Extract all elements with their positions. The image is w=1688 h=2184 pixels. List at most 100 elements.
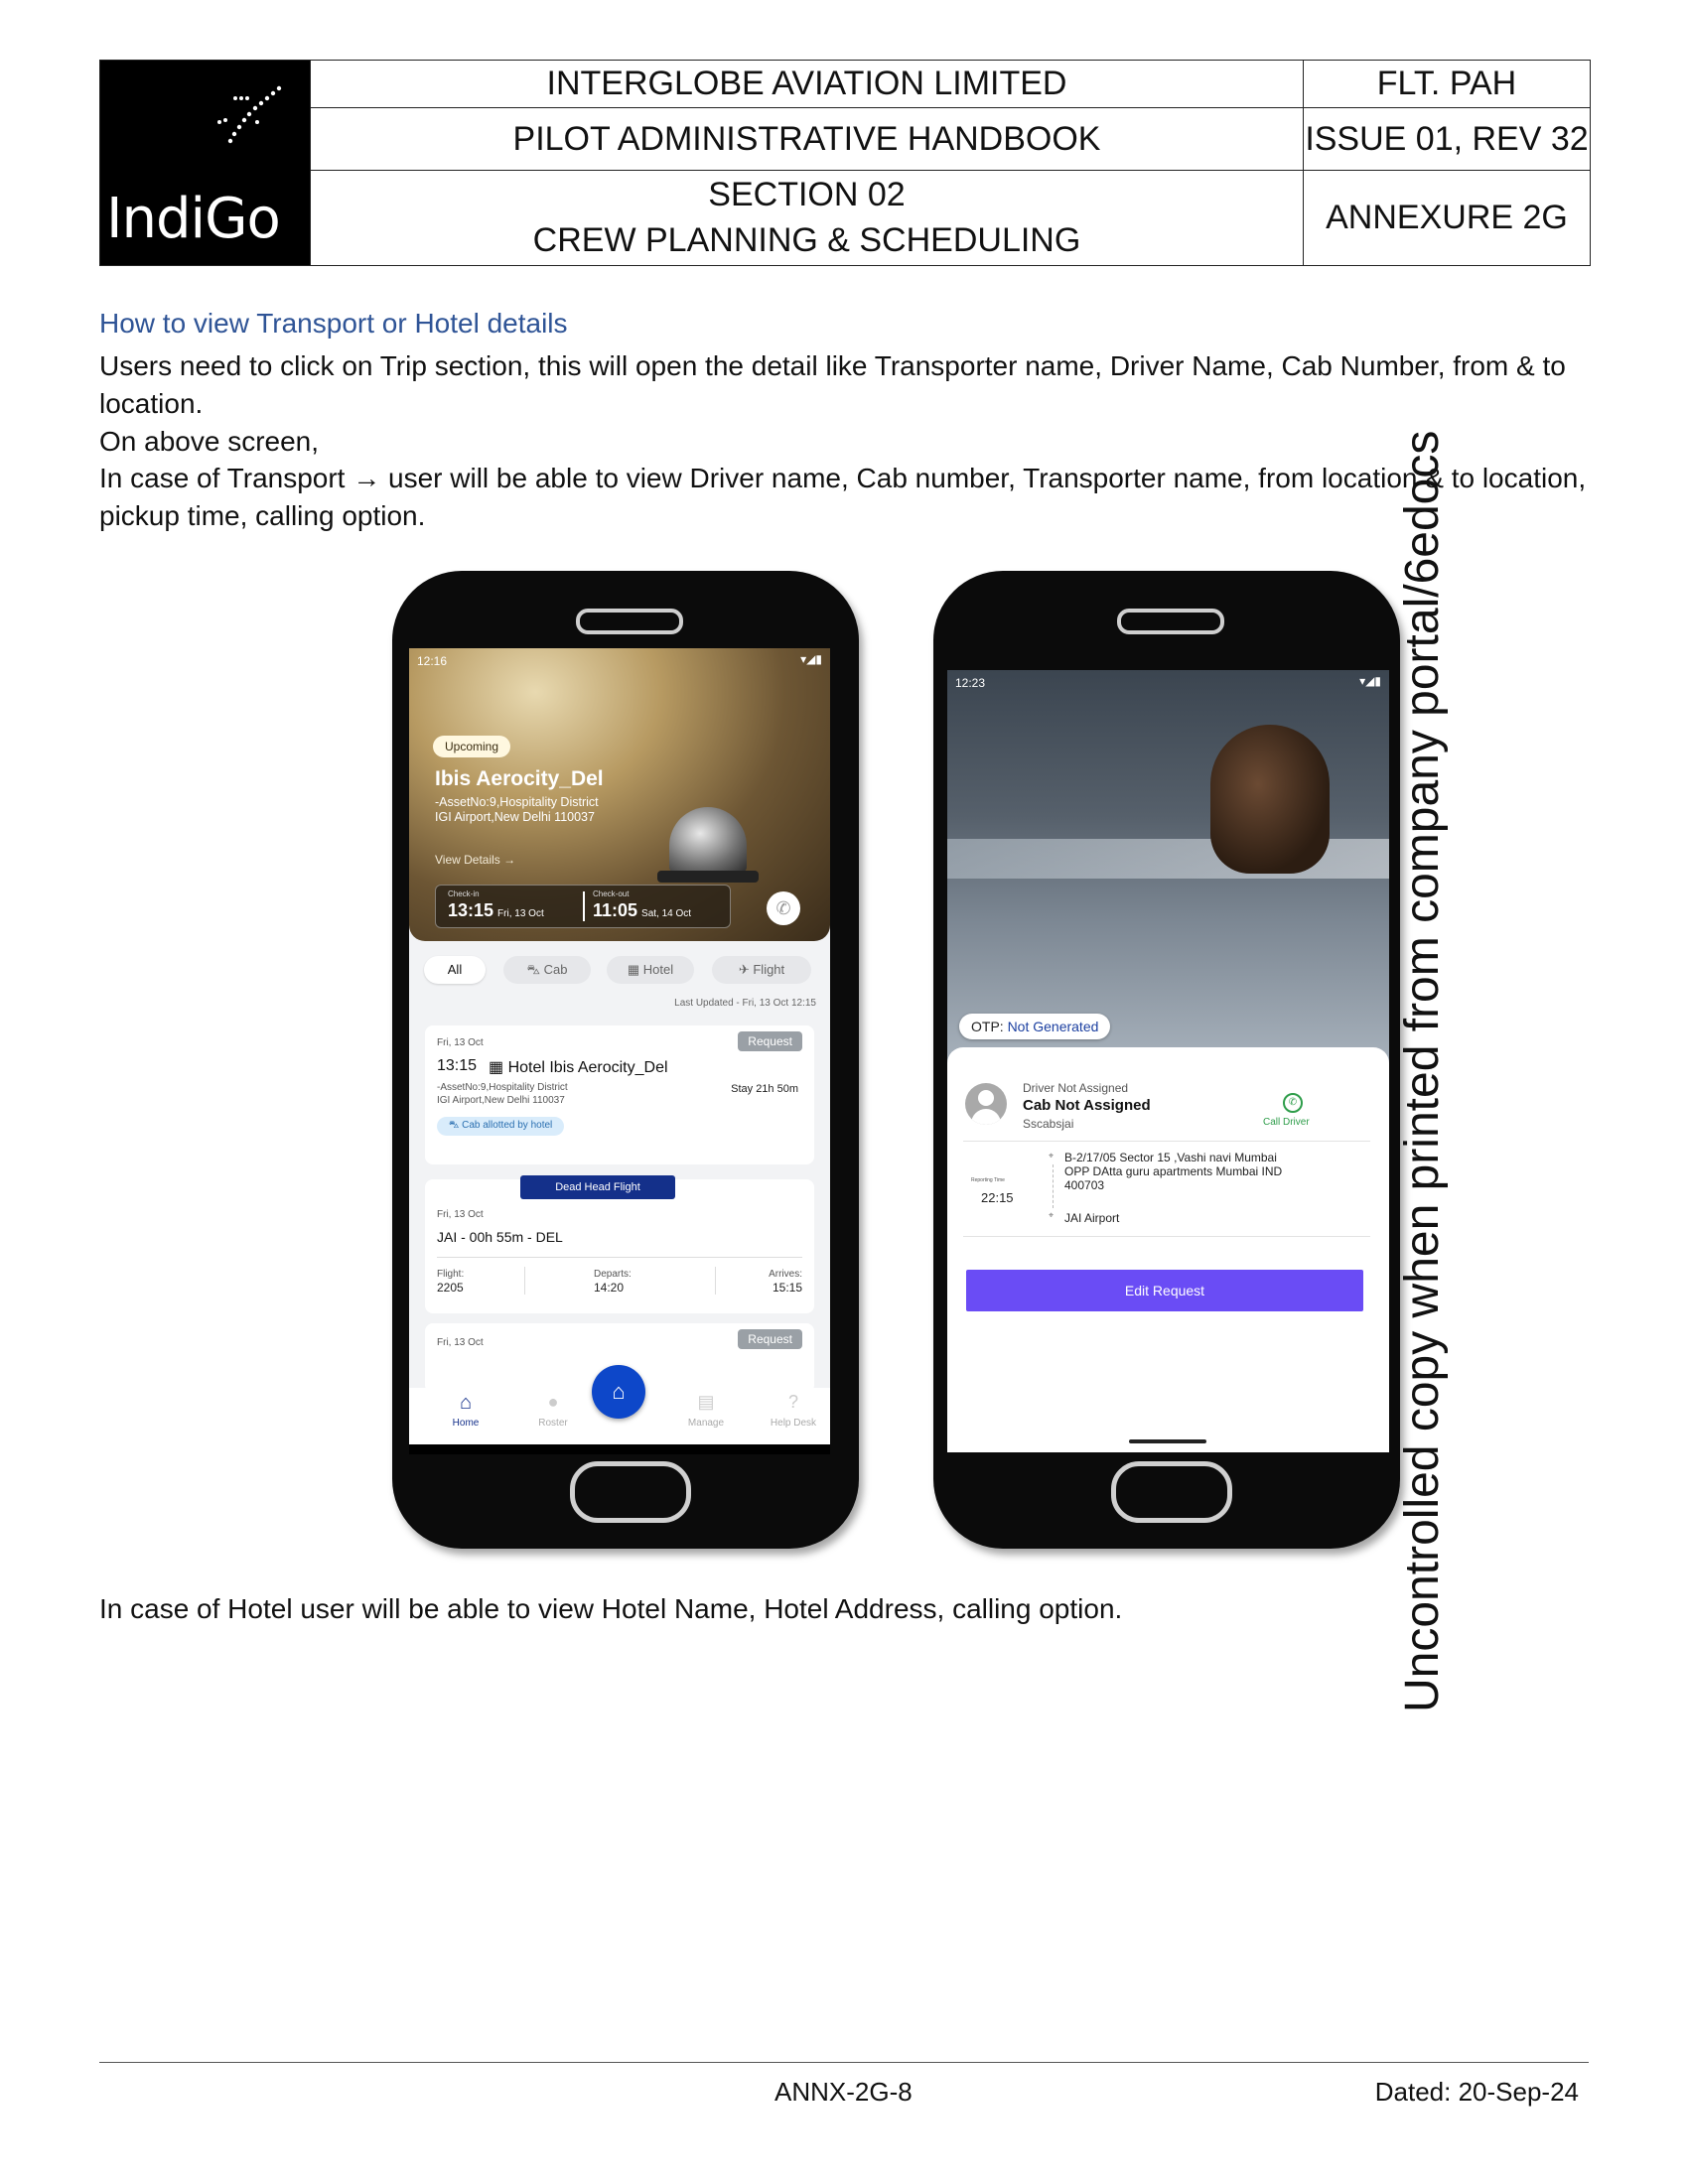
roster-icon: ●: [547, 1392, 559, 1412]
checkin-label: Check-in: [448, 889, 480, 898]
paragraph-hotel: In case of Hotel user will be able to vi…: [99, 1593, 1123, 1624]
flight-trip-card[interactable]: Dead Head Flight Fri, 13 Oct JAI - 00h 5…: [425, 1175, 814, 1313]
otp-label: OTP:: [971, 1019, 1004, 1034]
section-number: SECTION 02: [708, 175, 906, 213]
phone-transport-screenshot: 12:23 ▾◢▮ OTP: Not Generated Driver Not …: [933, 571, 1400, 1549]
reporting-time: 22:15: [981, 1190, 1014, 1205]
cab-status: Cab Not Assigned: [1023, 1097, 1151, 1114]
tab-hotel[interactable]: ▦ Hotel: [607, 956, 694, 984]
flight-number: 2205: [437, 1281, 464, 1295]
to-pin-icon: ⌖: [1049, 1210, 1055, 1220]
system-nav-bar: [409, 1444, 830, 1454]
checkin-time: 13:15 Fri, 13 Oct: [448, 900, 544, 920]
pickup-location: B-2/17/05 Sector 15 ,Vashi navi Mumbai O…: [1064, 1151, 1282, 1192]
status-time: 12:23: [955, 676, 986, 690]
card-date: Fri, 13 Oct: [437, 1209, 484, 1220]
checkout-time: 11:05 Sat, 14 Oct: [593, 900, 692, 920]
nav-home[interactable]: Home: [431, 1418, 500, 1429]
flight-icon: ✈: [738, 962, 754, 977]
indigo-logo: IndiGo: [100, 61, 311, 265]
driver-avatar: [965, 1083, 1007, 1125]
pickup-line3: 400703: [1064, 1178, 1105, 1192]
hotel-address-line2: IGI Airport,New Delhi 110037: [435, 810, 595, 824]
hotel-bell-base: [657, 871, 759, 883]
nav-help-desk[interactable]: Help Desk: [759, 1418, 828, 1429]
document-header: IndiGo INTERGLOBE AVIATION LIMITED FLT. …: [99, 60, 1591, 266]
logo-wordmark: IndiGo: [106, 187, 281, 251]
phone-home-button: [570, 1461, 691, 1523]
manage-icon: ▤: [697, 1392, 715, 1412]
page-number: ANNX-2G-8: [774, 2077, 913, 2107]
phone-hotel-screenshot: 12:16 ▾◢▮ Upcoming Ibis Aerocity_Del -As…: [392, 571, 859, 1549]
otp-status: OTP: Not Generated: [959, 1014, 1111, 1039]
hotel-bell-image: [669, 807, 747, 873]
help-icon: ?: [787, 1392, 798, 1412]
last-updated-text: Last Updated - Fri, 13 Oct 12:15: [674, 998, 816, 1009]
issue-revision: ISSUE 01, REV 32: [1304, 108, 1590, 171]
company-name: INTERGLOBE AVIATION LIMITED: [311, 61, 1304, 108]
hotel-trip-card[interactable]: Fri, 13 Oct Request 13:15 ▦ Hotel Ibis A…: [425, 1025, 814, 1164]
card-date: Fri, 13 Oct: [437, 1037, 484, 1048]
tab-all[interactable]: All: [424, 956, 486, 984]
hotel-name: Ibis Aerocity_Del: [435, 767, 604, 790]
request-button[interactable]: Request: [738, 1329, 802, 1349]
uncontrolled-copy-watermark: Uncontrolled copy when printed from comp…: [1396, 430, 1449, 1712]
whatsapp-call-icon[interactable]: ✆: [1283, 1093, 1303, 1113]
pickup-line2: OPP DAtta guru apartments Mumbai IND: [1064, 1164, 1283, 1178]
departs-time: 14:20: [594, 1281, 625, 1295]
call-driver-button[interactable]: Call Driver: [1263, 1117, 1310, 1128]
arrives-label: Arrives:: [769, 1269, 802, 1280]
footer-divider: [99, 2062, 1589, 2063]
reporting-time-label: Reporting Time: [971, 1177, 1005, 1183]
tab-flight[interactable]: ✈ Flight: [712, 956, 811, 984]
manual-code: FLT. PAH: [1304, 61, 1590, 108]
pickup-line1: B-2/17/05 Sector 15 ,Vashi navi Mumbai: [1064, 1151, 1277, 1164]
paragraph-intro: Users need to click on Trip section, thi…: [99, 350, 1566, 419]
otp-value: Not Generated: [1007, 1019, 1099, 1034]
handbook-title: PILOT ADMINISTRATIVE HANDBOOK: [311, 108, 1304, 171]
status-time: 12:16: [417, 654, 448, 668]
arrives-time: 15:15: [772, 1281, 802, 1295]
view-details-link[interactable]: View Details →: [435, 853, 515, 867]
section-name: CREW PLANNING & SCHEDULING: [532, 220, 1081, 259]
section-heading: How to view Transport or Hotel details: [99, 308, 568, 339]
card-hotel-name: ▦ Hotel Ibis Aerocity_Del: [489, 1059, 668, 1076]
phone-screen: 12:16 ▾◢▮ Upcoming Ibis Aerocity_Del -As…: [409, 648, 830, 1454]
nav-manage[interactable]: Manage: [671, 1418, 741, 1429]
background-shape: [1210, 725, 1330, 874]
section-title: SECTION 02 CREW PLANNING & SCHEDULING: [311, 171, 1304, 265]
request-button[interactable]: Request: [738, 1031, 802, 1051]
cab-icon: ⛍: [449, 1120, 463, 1131]
paragraph-above-screen: On above screen,: [99, 426, 320, 457]
document-date: Dated: 20-Sep-24: [1374, 2077, 1579, 2107]
home-fab-button[interactable]: ⌂: [592, 1365, 645, 1419]
annexure-label: ANNEXURE 2G: [1326, 198, 1568, 236]
phone-call-icon[interactable]: ✆: [767, 891, 800, 925]
phone-speaker: [1117, 609, 1224, 634]
cab-details-sheet: Driver Not Assigned Cab Not Assigned Ssc…: [947, 1047, 1389, 1452]
plane-dots-icon: [217, 85, 282, 144]
divider: [963, 1236, 1370, 1237]
hotel-icon: ▦: [489, 1059, 508, 1076]
cab-icon: ⛍: [526, 962, 544, 977]
phone-home-button: [1111, 1461, 1232, 1523]
card-time: 13:15: [437, 1057, 478, 1074]
checkout-label: Check-out: [593, 889, 630, 898]
divider: [583, 891, 585, 921]
hotel-address-line1: -AssetNo:9,Hospitality District: [435, 795, 599, 809]
phone-screen: 12:23 ▾◢▮ OTP: Not Generated Driver Not …: [947, 670, 1389, 1452]
filter-tabs: All ⛍ Cab ▦ Hotel ✈ Flight: [424, 956, 821, 986]
nav-roster[interactable]: Roster: [518, 1418, 588, 1429]
hotel-hero-card[interactable]: 12:16 ▾◢▮ Upcoming Ibis Aerocity_Del -As…: [409, 648, 830, 941]
departs-label: Departs:: [594, 1269, 632, 1280]
divider: [963, 1141, 1370, 1142]
card-date: Fri, 13 Oct: [437, 1337, 484, 1348]
transporter-name: Sscabsjai: [1023, 1117, 1074, 1131]
edit-request-button[interactable]: Edit Request: [966, 1270, 1363, 1311]
cab-allotted-badge: ⛍ Cab allotted by hotel: [437, 1117, 565, 1136]
stay-duration: Stay 21h 50m: [731, 1083, 798, 1095]
tab-cab[interactable]: ⛍ Cab: [503, 956, 591, 984]
dead-head-flight-banner: Dead Head Flight: [520, 1175, 675, 1199]
home-icon: ⌂: [459, 1392, 473, 1414]
flight-label: Flight:: [437, 1269, 465, 1280]
